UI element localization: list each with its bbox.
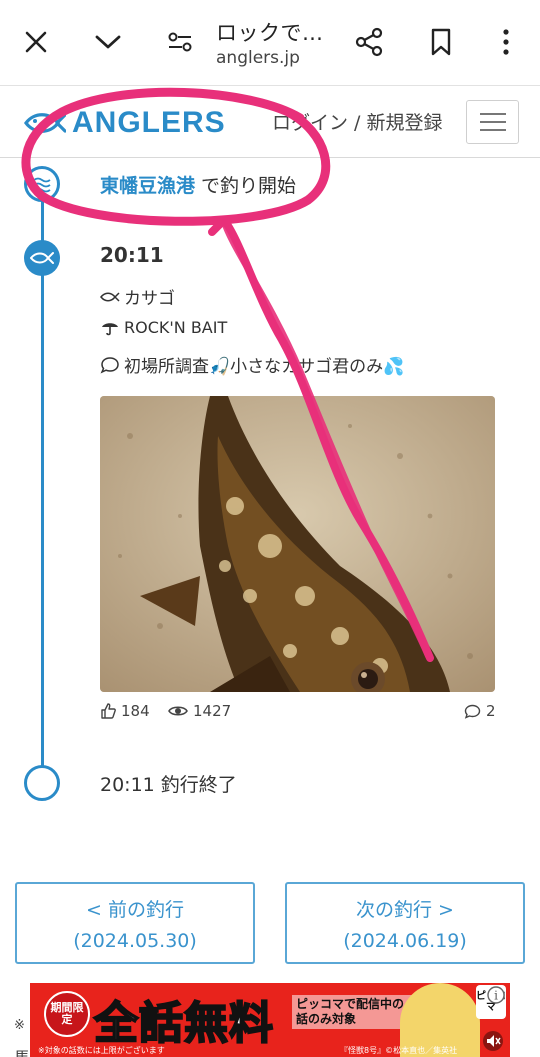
fish-logo-icon: [24, 113, 66, 133]
login-register-link[interactable]: ログイン / 新規登録: [272, 108, 442, 135]
cut-off-text: 馬: [14, 1044, 30, 1057]
view-count: 1427: [193, 702, 232, 720]
comment-count: 2: [486, 702, 496, 720]
eye-icon: [168, 706, 188, 716]
like-stat[interactable]: 184: [100, 702, 150, 720]
ad-info-icon[interactable]: i: [486, 985, 506, 1005]
chevron-down-icon[interactable]: [88, 22, 128, 62]
footnote-mark: ※: [14, 1018, 25, 1033]
fishing-start-line: 東幡豆漁港 で釣り開始: [100, 171, 296, 198]
catch-photo[interactable]: [100, 396, 495, 692]
ad-banner[interactable]: 期間限定 全話無料 ピッコマで配信中の話のみ対象 ピッコマ ※対象の話数には上限…: [30, 983, 510, 1057]
hamburger-menu-button[interactable]: [466, 100, 519, 144]
catch-comment: 初場所調査🎣小さなカサゴ君のみ💦: [124, 357, 405, 377]
page-url: anglers.jp: [216, 48, 300, 68]
lure-icon: [102, 322, 118, 335]
close-icon[interactable]: [16, 22, 56, 62]
species-name[interactable]: カサゴ: [124, 284, 175, 309]
menu-bar: [479, 129, 506, 131]
previous-trip-button[interactable]: < 前の釣行 (2024.05.30): [15, 882, 255, 964]
wave-icon: [24, 166, 60, 202]
site-header: ANGLERS ログイン / 新規登録: [0, 86, 540, 158]
menu-bar: [479, 113, 506, 115]
ad-title: 全話無料: [93, 997, 274, 1050]
lure-name[interactable]: ROCK'N BAIT: [124, 318, 227, 337]
catch-time: 20:11: [100, 243, 164, 267]
prev-date: (2024.05.30): [73, 929, 197, 952]
timeline-line: [41, 198, 44, 768]
lure-row: ROCK'N BAIT: [100, 318, 227, 337]
browser-toolbar: ロックで… anglers.jp: [0, 0, 540, 86]
ad-badge: 期間限定: [44, 991, 90, 1037]
comment-stat[interactable]: 2: [464, 702, 496, 720]
next-date: (2024.06.19): [343, 929, 467, 952]
ad-copyright: 『怪獣8号』©松本直也／集英社: [340, 1046, 458, 1055]
start-suffix: で釣り開始: [195, 175, 297, 197]
more-options-icon[interactable]: [486, 22, 526, 62]
ad-subtitle: ピッコマで配信中の話のみ対象: [292, 995, 412, 1029]
speech-bubble-icon: [100, 356, 119, 373]
end-circle-icon: [24, 765, 60, 801]
fishing-end-line: 20:11 釣行終了: [100, 774, 237, 796]
next-label: 次の釣行 >: [356, 898, 454, 921]
svg-text:i: i: [494, 989, 498, 1003]
next-trip-button[interactable]: 次の釣行 > (2024.06.19): [285, 882, 525, 964]
mute-icon[interactable]: [482, 1031, 504, 1051]
fish-outline-icon: [100, 291, 120, 302]
menu-bar: [479, 121, 506, 123]
fish-icon: [24, 240, 60, 276]
prev-label: < 前の釣行: [86, 898, 184, 921]
thumbs-up-icon: [101, 703, 116, 719]
comment-icon: [464, 704, 481, 719]
comment-row: 初場所調査🎣小さなカサゴ君のみ💦: [100, 352, 404, 377]
anglers-logo[interactable]: ANGLERS: [24, 106, 226, 140]
site-settings-icon[interactable]: [160, 22, 200, 62]
like-count: 184: [121, 702, 150, 720]
share-icon[interactable]: [349, 22, 389, 62]
view-stat: 1427: [168, 702, 231, 720]
species-row: カサゴ: [100, 284, 175, 309]
page-title: ロックで…: [216, 21, 324, 45]
bookmark-icon[interactable]: [421, 22, 461, 62]
port-link[interactable]: 東幡豆漁港: [100, 175, 195, 197]
catch-stats: 184 1427 2: [100, 702, 496, 724]
logo-text: ANGLERS: [72, 106, 226, 139]
ad-fine-print: ※対象の話数には上限がございます: [38, 1046, 165, 1055]
